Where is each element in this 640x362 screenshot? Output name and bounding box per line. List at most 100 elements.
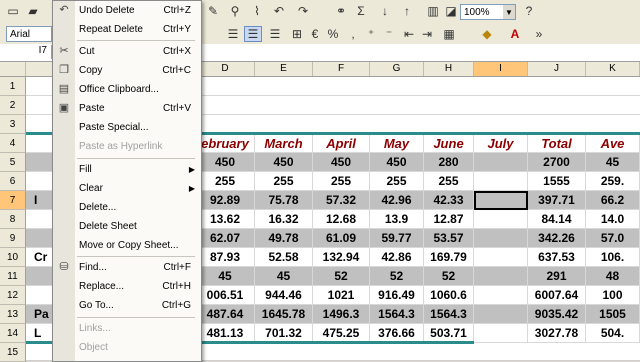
table-cell[interactable]: 916.49 [370,286,424,305]
table-cell[interactable]: 255 [370,172,424,191]
row-header[interactable]: 4 [0,134,26,153]
menu-item-undo-delete[interactable]: ↶ Undo Delete Ctrl+Z [53,1,201,20]
table-cell[interactable]: 280 [424,153,474,172]
row-header[interactable]: 3 [0,115,26,134]
menu-item-paste-special[interactable]: Paste Special... [53,118,201,137]
redo-toolbar-icon[interactable]: ↷ [294,3,312,19]
comma-style-icon[interactable]: , [344,26,362,42]
table-cell[interactable]: 291 [528,267,586,286]
table-cell[interactable]: 49.78 [255,229,313,248]
table-cell[interactable]: 450 [196,153,255,172]
table-cell[interactable] [474,172,528,191]
table-cell[interactable]: March [255,134,313,153]
table-cell[interactable]: 100 [586,286,640,305]
hyperlink-icon[interactable]: ⚭ [332,3,350,19]
column-header[interactable]: F [313,62,370,76]
table-cell[interactable]: 48 [586,267,640,286]
table-cell[interactable] [474,267,528,286]
menu-item-repeat-delete[interactable]: Repeat Delete Ctrl+Y [53,20,201,39]
table-cell[interactable]: 342.26 [528,229,586,248]
chart-wizard-icon[interactable]: ▥ [424,3,442,19]
table-cell[interactable]: 1496.3 [313,305,370,324]
table-cell[interactable]: 006.51 [196,286,255,305]
table-cell[interactable]: 14.0 [586,210,640,229]
table-cell[interactable]: 1555 [528,172,586,191]
table-cell[interactable]: 132.94 [313,248,370,267]
table-cell[interactable]: 255 [313,172,370,191]
align-left-icon[interactable]: ☰ [224,26,242,42]
name-box[interactable]: I7 [0,45,52,59]
undo-toolbar-icon[interactable]: ↶ [270,3,288,19]
table-cell[interactable]: 59.77 [370,229,424,248]
align-center-icon[interactable]: ☰ [244,26,262,42]
column-header[interactable]: K [586,62,640,76]
table-cell[interactable]: 13.62 [196,210,255,229]
fill-color-icon[interactable]: ◆ [478,26,496,42]
table-cell[interactable]: 259. [586,172,640,191]
table-cell[interactable]: 45 [255,267,313,286]
table-cell[interactable]: 57.0 [586,229,640,248]
table-cell[interactable]: 61.09 [313,229,370,248]
row-header[interactable]: 6 [0,172,26,191]
table-cell[interactable]: 487.64 [196,305,255,324]
table-cell[interactable]: 42.86 [370,248,424,267]
table-cell[interactable]: 16.32 [255,210,313,229]
table-cell[interactable]: 6007.64 [528,286,586,305]
row-header[interactable]: 15 [0,343,26,362]
currency-icon[interactable]: € [306,26,324,42]
drawing-icon[interactable]: ◪ [442,3,460,19]
align-right-icon[interactable]: ☰ [266,26,284,42]
table-cell[interactable]: 57.32 [313,191,370,210]
table-cell[interactable]: 3027.78 [528,324,586,343]
row-header[interactable]: 8 [0,210,26,229]
row-header[interactable]: 1 [0,77,26,96]
table-cell[interactable]: 62.07 [196,229,255,248]
brush-icon[interactable]: ⌇ [248,3,266,19]
row-header[interactable]: 5 [0,153,26,172]
table-cell[interactable]: 87.93 [196,248,255,267]
sort-descending-icon[interactable]: ↑ [398,3,416,19]
table-cell[interactable]: 504. [586,324,640,343]
decrease-decimal-icon[interactable]: ⁻ [380,26,398,42]
column-header[interactable]: G [370,62,424,76]
table-cell[interactable]: Ave [586,134,640,153]
draw-icon[interactable]: ⚲ [226,3,244,19]
help-icon[interactable]: ? [520,3,538,19]
increase-decimal-icon[interactable]: ⁺ [362,26,380,42]
menu-item-delete-sheet[interactable]: Delete Sheet [53,217,201,236]
table-cell[interactable] [474,229,528,248]
table-cell[interactable]: 944.46 [255,286,313,305]
menu-item-move-or-copy-sheet[interactable]: Move or Copy Sheet... [53,236,201,255]
table-cell[interactable]: 255 [255,172,313,191]
row-header[interactable]: 9 [0,229,26,248]
row-header[interactable]: 13 [0,305,26,324]
table-cell[interactable]: 2700 [528,153,586,172]
table-cell[interactable]: 42.96 [370,191,424,210]
font-name-combo[interactable]: Arial [6,26,52,42]
select-all-corner[interactable] [0,62,26,76]
table-cell[interactable] [474,305,528,324]
table-cell[interactable] [474,248,528,267]
row-header[interactable]: 10 [0,248,26,267]
table-cell[interactable]: 52 [313,267,370,286]
new-document-icon[interactable]: ▭ [4,3,22,19]
table-cell[interactable]: 53.57 [424,229,474,248]
table-cell[interactable]: 92.89 [196,191,255,210]
table-cell[interactable]: 13.9 [370,210,424,229]
table-cell[interactable]: 106. [586,248,640,267]
table-cell[interactable]: 42.33 [424,191,474,210]
font-color-icon[interactable]: A [506,26,524,42]
table-cell[interactable]: 52 [370,267,424,286]
menu-item-copy[interactable]: ❐ Copy Ctrl+C [53,61,201,80]
borders-icon[interactable]: ▦ [440,26,458,42]
menu-item-cut[interactable]: ✂ Cut Ctrl+X [53,42,201,61]
menu-item-fill[interactable]: Fill ▶ [53,160,201,179]
table-cell[interactable]: 12.87 [424,210,474,229]
table-cell[interactable]: 52.58 [255,248,313,267]
menu-item-go-to[interactable]: Go To... Ctrl+G [53,296,201,315]
table-cell[interactable]: July [474,134,528,153]
menu-item-paste[interactable]: ▣ Paste Ctrl+V [53,99,201,118]
table-cell[interactable]: 1564.3 [370,305,424,324]
table-cell[interactable]: 52 [424,267,474,286]
table-cell[interactable]: 169.79 [424,248,474,267]
